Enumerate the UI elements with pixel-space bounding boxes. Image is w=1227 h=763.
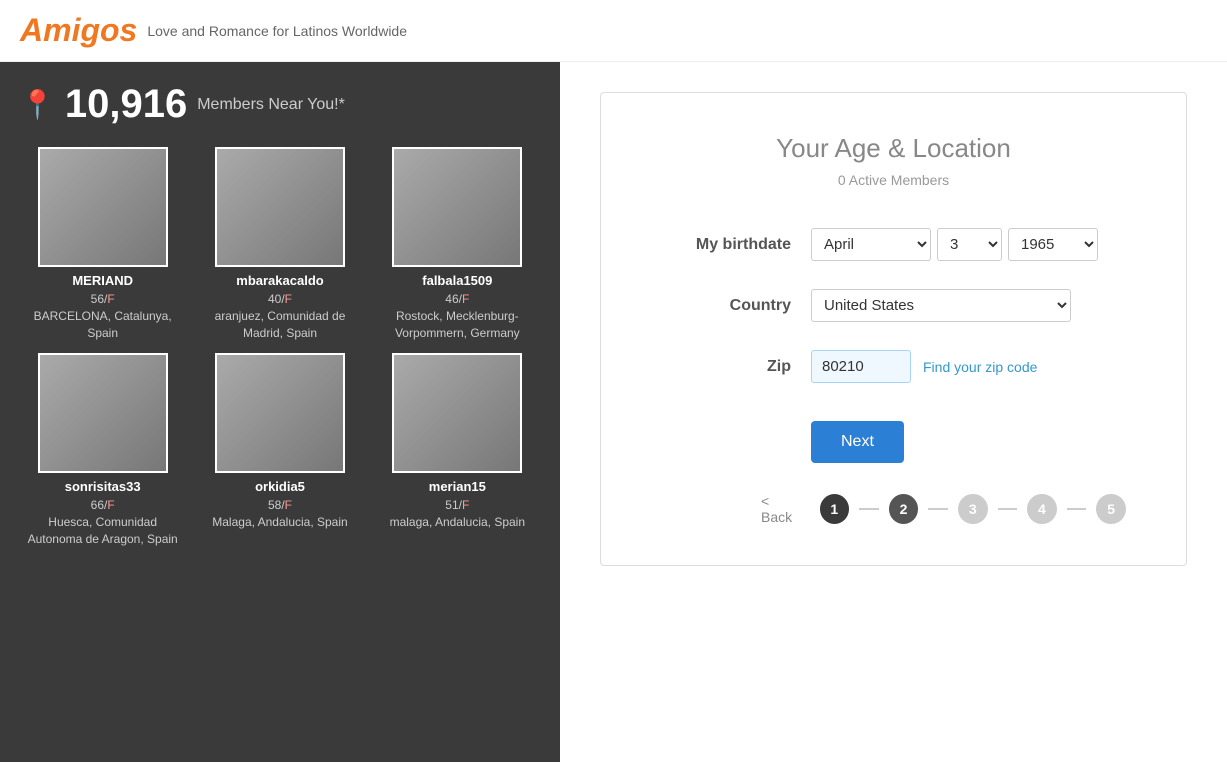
page-line-1 [859,508,879,510]
avatar [392,147,522,267]
page-step-4[interactable]: 4 [1027,494,1057,524]
page-title: Your Age & Location [661,133,1126,164]
avatar [38,353,168,473]
avatar [215,353,345,473]
country-label: Country [661,297,791,315]
back-link[interactable]: < Back [761,493,804,525]
logo: Amigos [20,12,137,49]
next-button[interactable]: Next [811,421,904,463]
member-info: 46/FRostock, Mecklenburg-Vorpommern, Ger… [375,291,540,341]
member-username[interactable]: orkidia5 [197,479,362,494]
list-item: mbarakacaldo 40/Faranjuez, Comunidad de M… [197,147,362,341]
member-info: 40/Faranjuez, Comunidad de Madrid, Spain [197,291,362,341]
year-select[interactable]: 1940194119421943194419451946194719481949… [1008,228,1098,261]
active-members-count: 0 Active Members [661,172,1126,188]
header: Amigos Love and Romance for Latinos Worl… [0,0,1227,62]
member-username[interactable]: MERIAND [20,273,185,288]
page-line-4 [1067,508,1087,510]
avatar [38,147,168,267]
member-username[interactable]: mbarakacaldo [197,273,362,288]
birthdate-row: My birthdate JanuaryFebruaryMarchAprilMa… [661,228,1126,261]
day-select[interactable]: 1234567891011121314151617181920212223242… [937,228,1002,261]
page-step-3[interactable]: 3 [958,494,988,524]
pagination: < Back 1 2 3 4 5 [761,493,1126,525]
member-username[interactable]: falbala1509 [375,273,540,288]
country-select[interactable]: United States Mexico Spain Argentina Col… [811,289,1071,322]
members-grid: MERIAND56/FBARCELONA, Catalunya, Spainmb… [20,147,540,548]
members-count: 10,916 [65,82,187,127]
list-item: falbala1509 46/FRostock, Mecklenburg-Vorp… [375,147,540,341]
page-step-2[interactable]: 2 [889,494,919,524]
list-item: orkidia5 58/FMalaga, Andalucia, Spain [197,353,362,547]
members-label: Members Near You!* [197,96,345,114]
member-info: 66/FHuesca, Comunidad Autonoma de Aragon… [20,497,185,547]
birthdate-label: My birthdate [661,236,791,254]
month-select[interactable]: JanuaryFebruaryMarchAprilMayJuneJulyAugu… [811,228,931,261]
zip-input-group: Find your zip code [811,350,1037,383]
left-panel: 📍 10,916 Members Near You!* MERIAND 56/FB… [0,62,560,762]
avatar [215,147,345,267]
find-zip-link[interactable]: Find your zip code [923,359,1037,375]
zip-label: Zip [661,358,791,376]
country-row: Country United States Mexico Spain Argen… [661,289,1126,322]
tagline: Love and Romance for Latinos Worldwide [147,23,407,39]
page-step-1[interactable]: 1 [820,494,850,524]
avatar [392,353,522,473]
zip-row: Zip Find your zip code [661,350,1126,383]
page-line-3 [998,508,1018,510]
member-info: 51/Fmalaga, Andalucia, Spain [375,497,540,531]
member-username[interactable]: sonrisitas33 [20,479,185,494]
birthdate-selects: JanuaryFebruaryMarchAprilMayJuneJulyAugu… [811,228,1098,261]
form-container: Your Age & Location 0 Active Members My … [600,92,1187,566]
members-header: 📍 10,916 Members Near You!* [20,82,540,127]
main-layout: 📍 10,916 Members Near You!* MERIAND 56/FB… [0,62,1227,762]
member-info: 58/FMalaga, Andalucia, Spain [197,497,362,531]
member-info: 56/FBARCELONA, Catalunya, Spain [20,291,185,341]
right-panel: Your Age & Location 0 Active Members My … [560,62,1227,762]
list-item: sonrisitas33 66/FHuesca, Comunidad Autono… [20,353,185,547]
zip-input[interactable] [811,350,911,383]
page-step-5[interactable]: 5 [1096,494,1126,524]
location-pin-icon: 📍 [20,88,55,121]
page-line-2 [928,508,948,510]
list-item: merian15 51/Fmalaga, Andalucia, Spain [375,353,540,547]
list-item: MERIAND 56/FBARCELONA, Catalunya, Spain [20,147,185,341]
member-username[interactable]: merian15 [375,479,540,494]
